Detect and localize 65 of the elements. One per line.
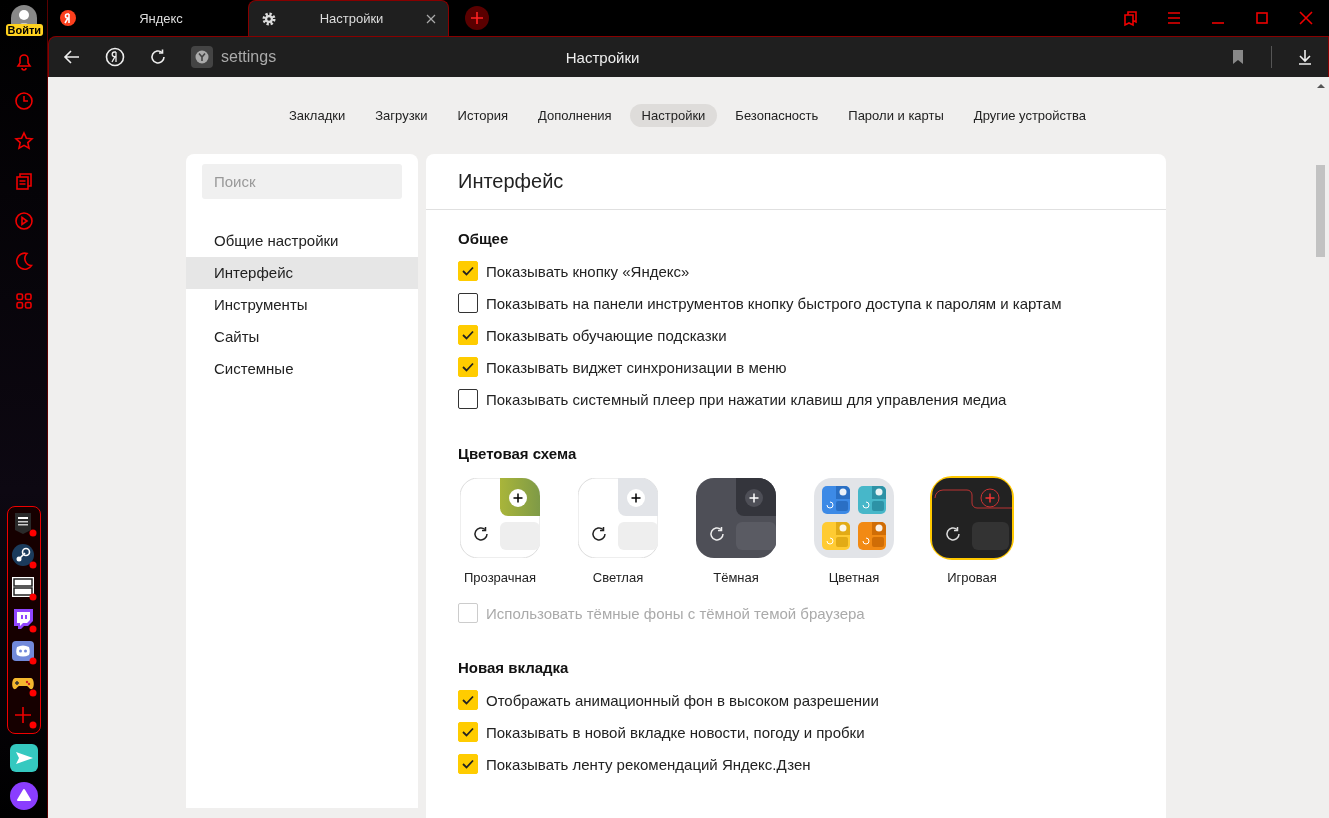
option-label: Использовать тёмные фоны с тёмной темой браузера	[486, 604, 865, 622]
clock-icon[interactable]	[12, 90, 35, 112]
sidebar-item[interactable]: Сайты	[186, 321, 418, 353]
sidebar-item[interactable]: Инструменты	[186, 289, 418, 321]
checkmark-icon	[462, 330, 474, 340]
checkmark-icon	[462, 362, 474, 372]
checkmark-icon	[462, 266, 474, 276]
yandex-button-icon[interactable]	[105, 47, 125, 67]
group-heading: Новая вкладка	[458, 659, 570, 676]
sidebar-item[interactable]: Интерфейс	[186, 257, 418, 289]
yandex-logo-icon	[60, 10, 76, 26]
theme-option[interactable]: Прозрачная	[458, 476, 542, 585]
sidebar-item[interactable]: Общие настройки	[186, 225, 418, 257]
gear-icon	[261, 10, 277, 27]
back-arrow-icon[interactable]	[63, 48, 81, 66]
settings-tab[interactable]: Дополнения	[525, 104, 624, 127]
section-title: Интерфейс	[458, 170, 564, 193]
settings-tab[interactable]: Загрузки	[363, 104, 440, 127]
option-label: Показывать системный плеер при нажатии клавиш для управления медиа	[486, 390, 1007, 408]
settings-tab[interactable]: Настройки	[629, 104, 718, 127]
theme-option[interactable]: Тёмная	[694, 476, 778, 585]
app-icon[interactable]	[10, 639, 37, 665]
star-icon[interactable]	[12, 130, 35, 152]
maximize-icon[interactable]	[1253, 9, 1271, 27]
login-badge[interactable]: Войти	[5, 24, 44, 36]
reload-icon[interactable]	[149, 48, 167, 66]
messenger-icon[interactable]	[9, 744, 38, 772]
checkmark-icon	[462, 695, 474, 705]
play-icon[interactable]	[12, 210, 35, 232]
app-icon[interactable]	[10, 575, 37, 601]
option-label: Отображать анимационный фон в высоком разрешении	[486, 691, 879, 709]
option-label: Показывать в новой вкладке новости, погоду и пробки	[486, 723, 865, 741]
settings-tab[interactable]: История	[445, 104, 520, 127]
page-title: Настройки	[564, 48, 641, 66]
download-icon[interactable]	[1296, 48, 1314, 66]
theme-option[interactable]: Светлая	[576, 476, 660, 585]
settings-tab[interactable]: Другие устройства	[961, 104, 1099, 127]
group-heading: Общее	[458, 230, 510, 247]
option-label: Показывать ленту рекомендаций Яндекс.Дзен	[486, 755, 811, 773]
settings-tab[interactable]: Закладки	[276, 104, 358, 127]
app-icon[interactable]	[10, 543, 37, 569]
sidebar-item[interactable]: Системные	[186, 353, 418, 385]
option-label: Показывать на панели инструментов кнопку быстрого доступа к паролям и картам	[486, 294, 1062, 312]
settings-tab[interactable]: Безопасность	[723, 104, 831, 127]
option-label: Показывать кнопку «Яндекс»	[486, 262, 690, 280]
menu-icon[interactable]	[1165, 9, 1183, 27]
address-field[interactable]: settings	[191, 46, 277, 68]
assistant-icon[interactable]	[9, 782, 38, 810]
new-tab-icon[interactable]	[465, 6, 489, 30]
browser-tab[interactable]: Яндекс	[48, 0, 248, 36]
checkbox[interactable]	[458, 293, 478, 313]
option-label: Показывать обучающие подсказки	[486, 326, 727, 344]
browser-logo-icon	[191, 46, 213, 68]
browser-tab[interactable]: Настройки	[248, 0, 449, 36]
search-field[interactable]: Поиск	[202, 164, 402, 199]
group-heading: Цветовая схема	[458, 445, 578, 462]
tabs-view-icon[interactable]	[1121, 9, 1139, 27]
checkbox[interactable]	[458, 389, 478, 409]
option-label: Показывать виджет синхронизации в меню	[486, 358, 787, 376]
close-icon[interactable]	[426, 13, 436, 24]
checkmark-icon	[462, 727, 474, 737]
close-icon[interactable]	[1297, 9, 1315, 27]
theme-option[interactable]: Цветная	[812, 476, 896, 585]
settings-tab[interactable]: Пароли и карты	[836, 104, 956, 127]
checkmark-icon	[462, 759, 474, 769]
